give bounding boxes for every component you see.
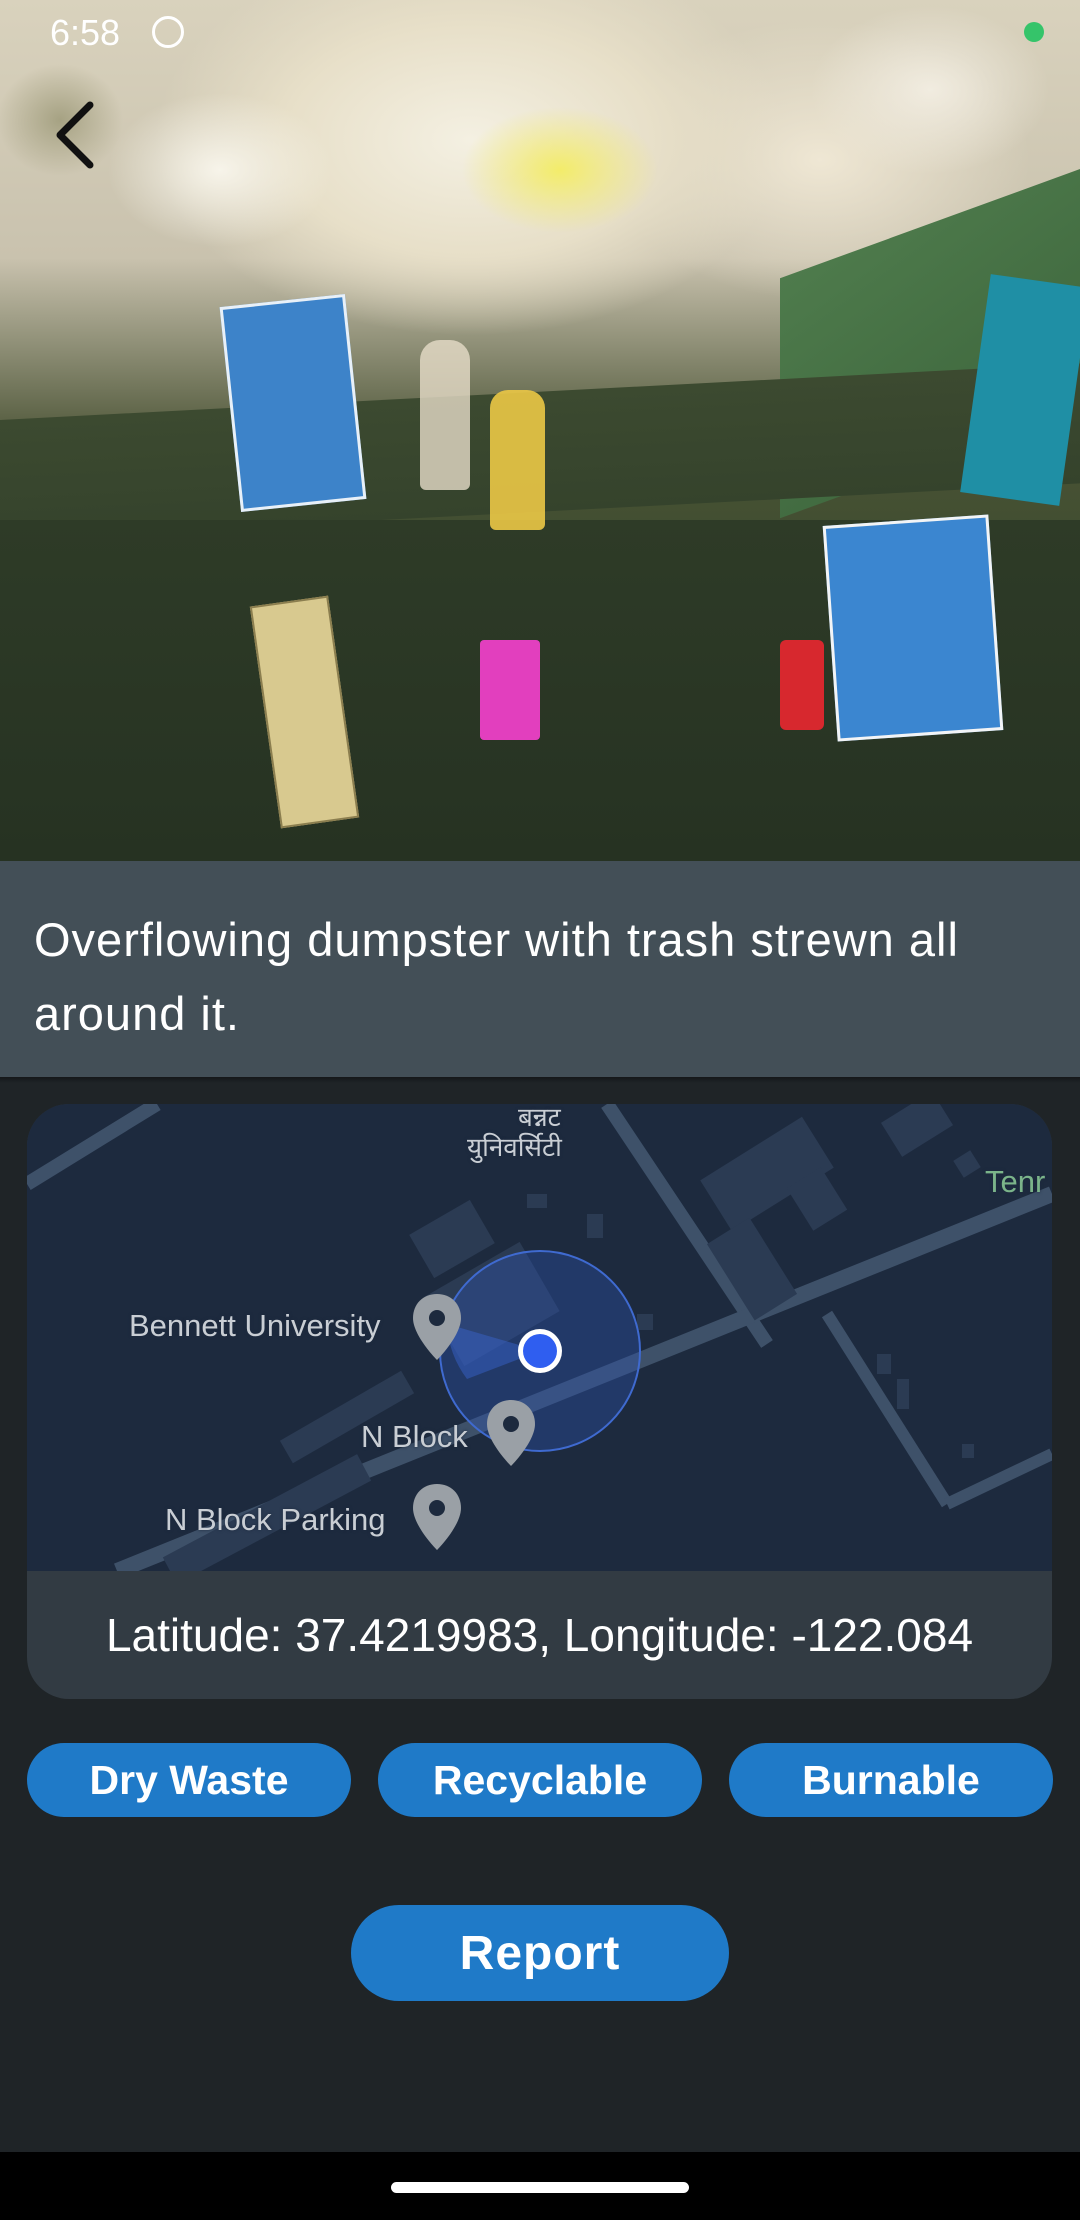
status-time: 6:58 bbox=[50, 12, 121, 53]
trash-photo bbox=[0, 0, 1080, 861]
back-button[interactable] bbox=[40, 90, 110, 180]
map-label-n-block-parking: N Block Parking bbox=[165, 1502, 386, 1537]
map-label-tenr: Tenr bbox=[985, 1164, 1046, 1199]
map-label-n-block: N Block bbox=[361, 1419, 468, 1454]
chip-recyclable[interactable]: Recyclable bbox=[378, 1743, 702, 1817]
app-notification-icon bbox=[152, 16, 184, 48]
photo-bottle bbox=[490, 390, 545, 530]
status-bar: 6:58 bbox=[0, 0, 1080, 66]
home-indicator[interactable] bbox=[391, 2182, 689, 2193]
description-panel: Overflowing dumpster with trash strewn a… bbox=[0, 861, 1080, 1077]
photo-can bbox=[780, 640, 824, 730]
map-label-hindi-2: युनिवर्सिटी bbox=[467, 1132, 562, 1162]
photo-bottle bbox=[420, 340, 470, 490]
location-card: बन्नट युनिवर्सिटी Tenr Bennett Universit… bbox=[27, 1104, 1052, 1699]
photo-box bbox=[219, 293, 367, 513]
map-label-bennett-university: Bennett University bbox=[129, 1308, 381, 1343]
coordinates-text: Latitude: 37.4219983, Longitude: -122.08… bbox=[105, 1609, 974, 1661]
divider bbox=[0, 1077, 1080, 1083]
photo-box bbox=[822, 514, 1004, 742]
photo-cup bbox=[480, 640, 540, 740]
chip-burnable[interactable]: Burnable bbox=[729, 1743, 1053, 1817]
privacy-indicator-icon bbox=[1024, 22, 1044, 42]
chevron-left-icon bbox=[56, 101, 94, 169]
report-button[interactable]: Report bbox=[351, 1905, 729, 2001]
report-description: Overflowing dumpster with trash strewn a… bbox=[34, 913, 959, 1040]
location-map[interactable]: बन्नट युनिवर्सिटी Tenr Bennett Universit… bbox=[27, 1104, 1052, 1571]
chip-dry-waste[interactable]: Dry Waste bbox=[27, 1743, 351, 1817]
